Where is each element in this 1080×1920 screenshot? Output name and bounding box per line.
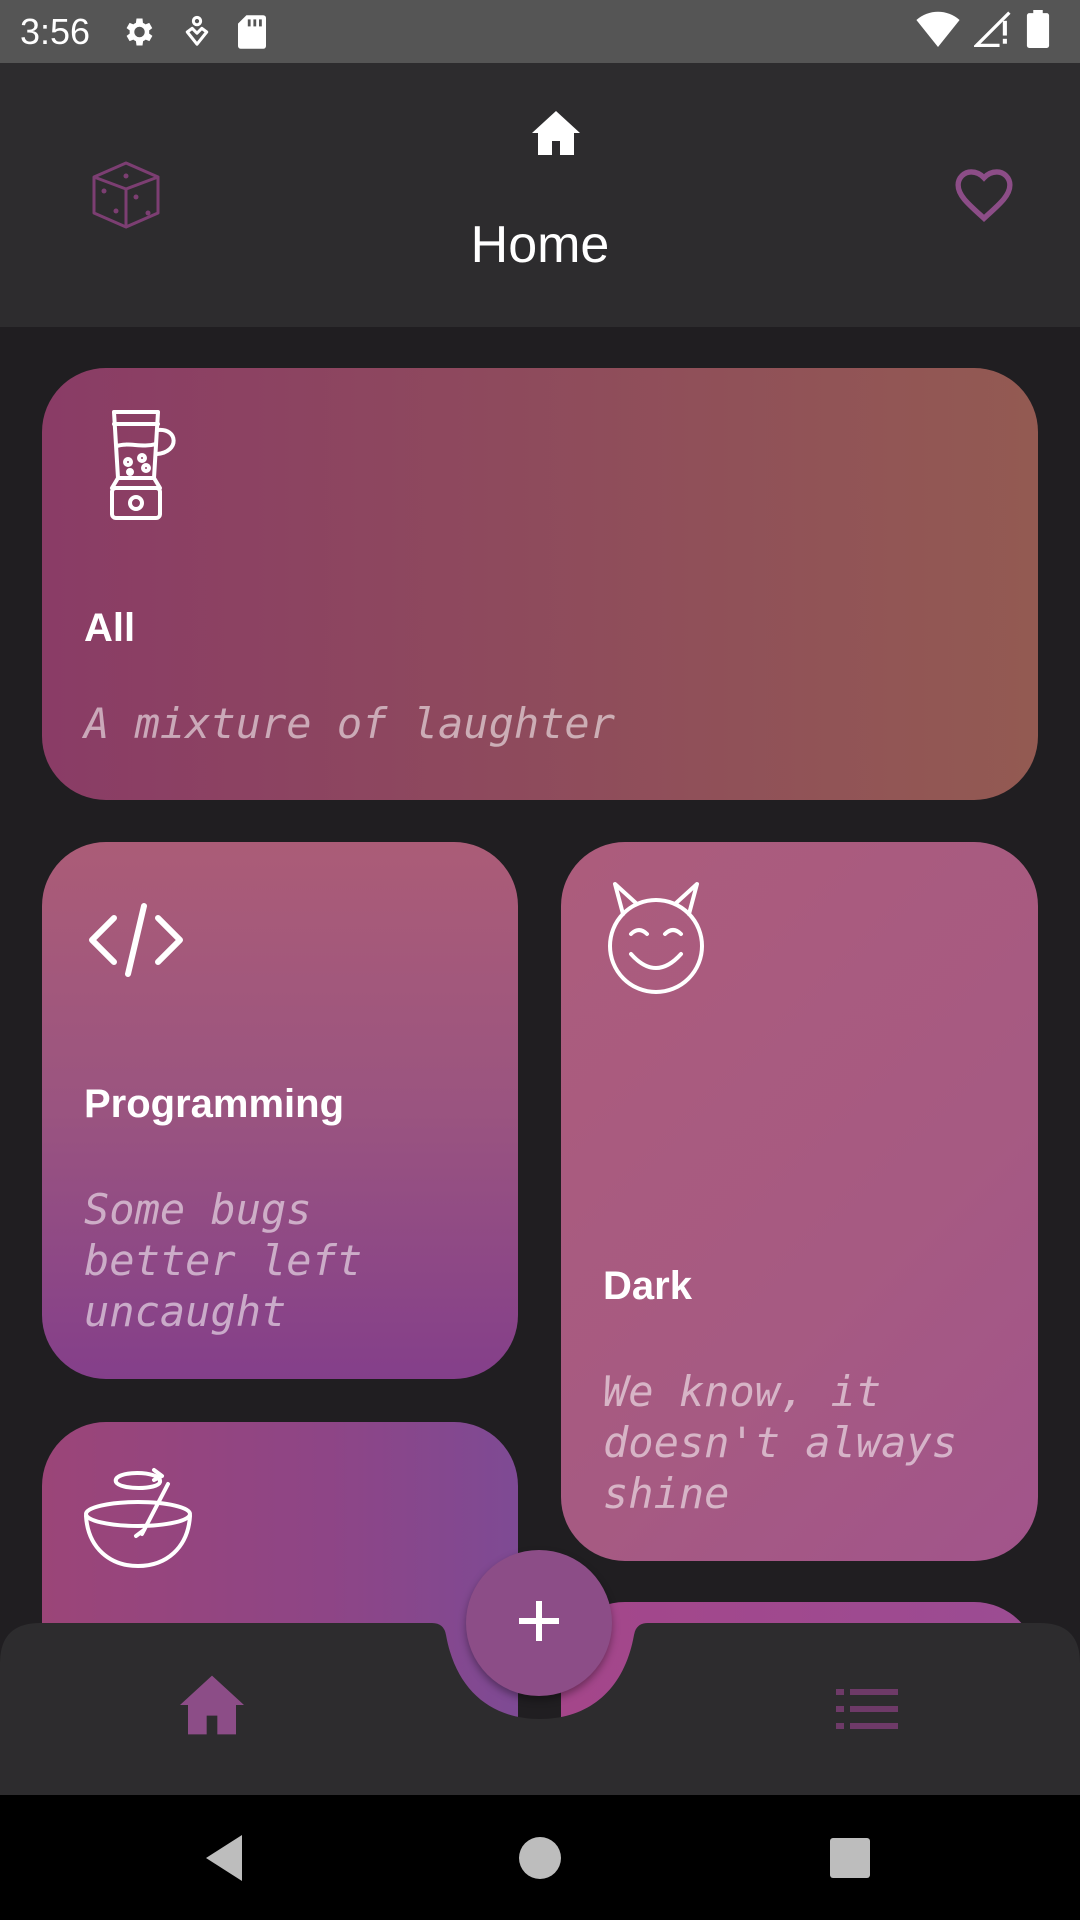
plus-icon	[517, 1599, 561, 1648]
code-icon	[88, 902, 184, 978]
blender-icon	[100, 408, 210, 522]
devil-face-icon	[601, 880, 711, 996]
top-app-bar: Home	[0, 63, 1080, 327]
home-circle-icon[interactable]	[519, 1837, 561, 1879]
description-line: uncaught	[84, 1287, 287, 1336]
category-description: We know, it doesn't always shine	[603, 1366, 957, 1519]
sd-card-icon	[238, 14, 267, 49]
category-description: A mixture of laughter	[84, 699, 616, 748]
home-icon	[532, 111, 580, 155]
category-card-all[interactable]: All A mixture of laughter	[42, 368, 1038, 800]
category-card-programming[interactable]: Programming Some bugs better left uncaug…	[42, 842, 518, 1379]
nav-home-icon[interactable]	[180, 1675, 244, 1735]
category-label: All	[84, 606, 136, 650]
gear-icon	[120, 14, 156, 50]
description-line: better left	[84, 1236, 363, 1285]
recents-icon[interactable]	[830, 1838, 870, 1878]
description-line: doesn't always	[603, 1418, 958, 1467]
mixing-bowl-icon	[80, 1462, 196, 1572]
description-line: Some bugs	[84, 1185, 312, 1234]
status-time: 3:56	[20, 10, 91, 52]
back-icon[interactable]	[202, 1833, 250, 1883]
signal-icon	[972, 11, 1012, 52]
category-label: Dark	[603, 1264, 692, 1308]
description-line: We know, it	[603, 1367, 882, 1416]
category-card-dark[interactable]: Dark We know, it doesn't always shine	[561, 842, 1038, 1561]
dice-icon[interactable]	[90, 159, 162, 231]
description-line: shine	[603, 1469, 730, 1518]
category-label: Programming	[84, 1082, 345, 1126]
battery-icon	[1026, 10, 1050, 53]
system-navigation-bar	[0, 1795, 1080, 1920]
nav-list-icon[interactable]	[836, 1689, 898, 1729]
status-bar: 3:56	[0, 0, 1080, 63]
heart-icon[interactable]	[952, 163, 1016, 223]
page-title: Home	[470, 216, 610, 274]
wifi-icon	[916, 11, 960, 52]
wellbeing-icon	[182, 15, 212, 49]
category-description: Some bugs better left uncaught	[84, 1184, 362, 1337]
add-button[interactable]	[466, 1550, 612, 1696]
